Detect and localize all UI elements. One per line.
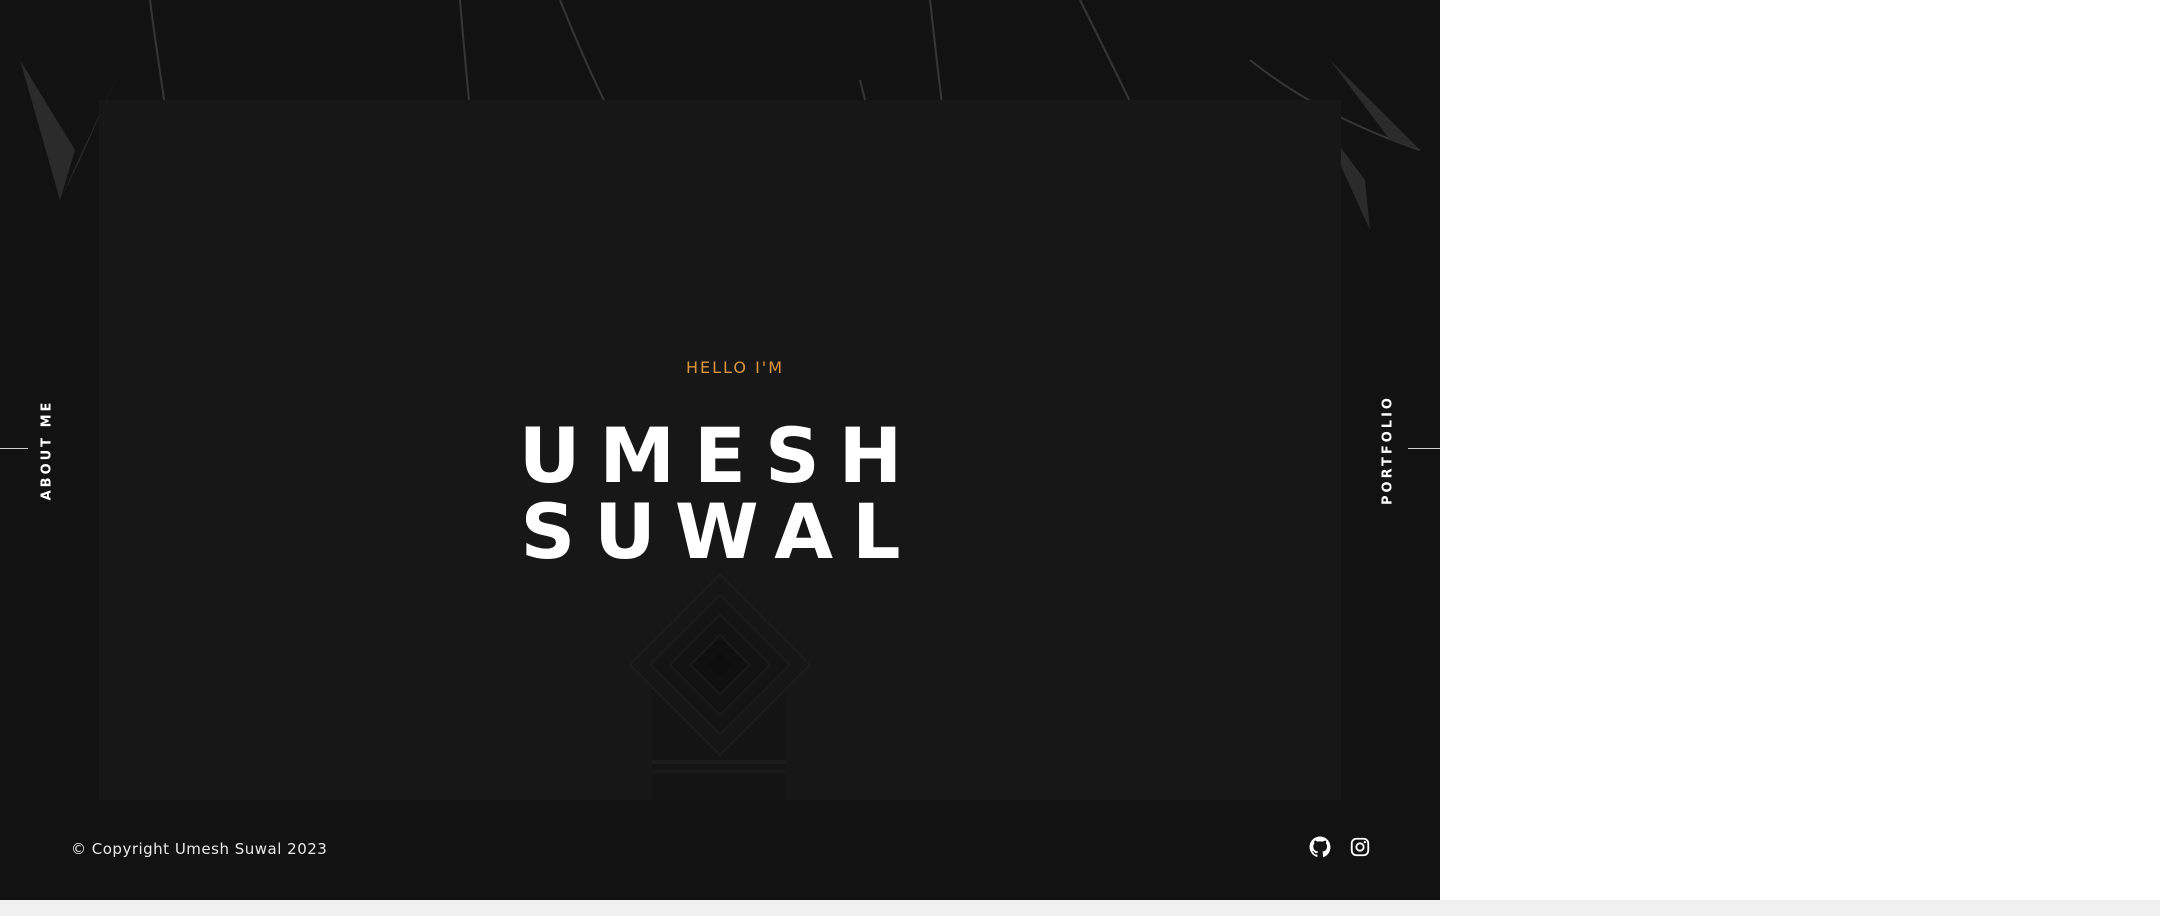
right-nav-line (1408, 448, 1440, 449)
hero-title: UMESH SUWAL (518, 411, 922, 576)
github-icon (1309, 836, 1331, 858)
nav-about-me[interactable]: ABOUT ME (40, 400, 55, 501)
copyright-text: © Copyright Umesh Suwal 2023 (71, 840, 328, 858)
hero-section: ABOUT ME PORTFOLIO HELLO I'M UMESH SUWAL… (0, 0, 1440, 900)
blank-area (1440, 0, 2160, 900)
instagram-link[interactable] (1349, 836, 1371, 858)
github-link[interactable] (1309, 836, 1331, 858)
diamond-decoration (628, 573, 812, 800)
bottom-strip (0, 900, 2160, 916)
left-nav-line (0, 448, 28, 449)
instagram-icon (1350, 837, 1370, 857)
nav-portfolio[interactable]: PORTFOLIO (1381, 395, 1396, 505)
hero-eyebrow: HELLO I'M (686, 358, 784, 377)
